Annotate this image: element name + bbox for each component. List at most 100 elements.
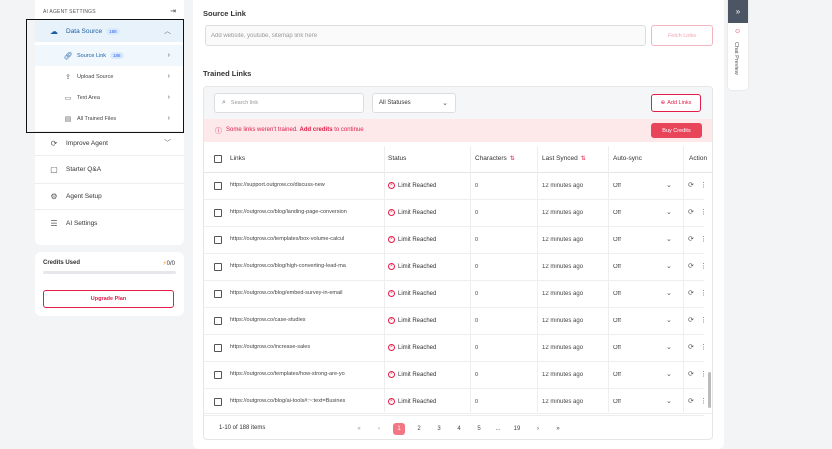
table-scrollbar[interactable] — [708, 372, 711, 408]
resync-icon[interactable]: ⟳ — [688, 370, 694, 378]
buy-credits-button[interactable]: Buy Credits — [651, 123, 702, 138]
resync-icon[interactable]: ⟳ — [688, 262, 694, 270]
auto-sync-select[interactable]: Off — [613, 237, 621, 243]
link-cell[interactable]: https://outgrow.co/blog/embed-survey-in-… — [230, 290, 378, 296]
sidebar-item-starter-qa[interactable]: ▢ Starter Q&A — [35, 157, 184, 182]
auto-sync-select[interactable]: Off — [613, 318, 621, 324]
error-x-icon: × — [388, 290, 395, 297]
status-cell: × Limit Reached — [388, 371, 436, 378]
link-cell[interactable]: https://outgrow.co/blog/high-converting-… — [230, 263, 378, 269]
resync-icon[interactable]: ⟳ — [688, 235, 694, 243]
row-checkbox[interactable] — [214, 398, 222, 406]
auto-sync-select[interactable]: Off — [613, 372, 621, 378]
credits-card: Credits Used ⚡0/0 Upgrade Plan — [35, 252, 184, 316]
table-row: https://support.outgrow.co/discuss-new × L… — [204, 173, 707, 200]
link-cell[interactable]: https://outgrow.co/case-studies — [230, 317, 378, 323]
table-header: Links Status Characters ⇅ Last Synced ⇅ Au… — [204, 146, 712, 173]
page-button[interactable]: 2 — [413, 423, 425, 435]
resync-icon[interactable]: ⟳ — [688, 289, 694, 297]
link-cell[interactable]: https://outgrow.co/templates/box-volume-… — [230, 236, 378, 242]
auto-sync-select[interactable]: Off — [613, 264, 621, 270]
link-cell[interactable]: https://support.outgrow.co/discuss-new — [230, 182, 378, 188]
source-link-input[interactable] — [205, 25, 646, 46]
bot-icon: ☺ — [734, 28, 742, 35]
last-page-icon[interactable]: » — [552, 423, 564, 435]
page-button[interactable]: 5 — [473, 423, 485, 435]
sidebar-subitem-all-trained-files[interactable]: ▤ All Trained Files › — [35, 108, 184, 129]
more-vertical-icon[interactable]: ⋮ — [700, 262, 707, 270]
row-checkbox[interactable] — [214, 344, 222, 352]
row-checkbox[interactable] — [214, 236, 222, 244]
more-vertical-icon[interactable]: ⋮ — [700, 181, 707, 189]
sidebar-item-improve-agent[interactable]: ⟳ Improve Agent ﹀ — [35, 131, 184, 155]
first-page-icon[interactable]: « — [353, 423, 365, 435]
status-filter-select[interactable]: All Statuses ⌄ — [372, 93, 456, 113]
row-checkbox[interactable] — [214, 371, 222, 379]
more-vertical-icon[interactable]: ⋮ — [700, 289, 707, 297]
resync-icon[interactable]: ⟳ — [688, 397, 694, 405]
sidebar-subitem-source-link[interactable]: 🔗︎ Source Link 188 › — [35, 45, 184, 66]
sidebar-item-agent-setup[interactable]: ⚙ Agent Setup — [35, 184, 184, 209]
sidebar-subitem-upload-source[interactable]: ⇪ Upload Source › — [35, 66, 184, 87]
more-vertical-icon[interactable]: ⋮ — [700, 316, 707, 324]
prev-page-icon[interactable]: ‹ — [373, 423, 385, 435]
row-checkbox[interactable] — [214, 263, 222, 271]
link-cell[interactable]: https://outgrow.co/blog/landing-page-con… — [230, 209, 378, 215]
select-all-checkbox[interactable] — [214, 155, 222, 163]
more-vertical-icon[interactable]: ⋮ — [700, 343, 707, 351]
resync-icon[interactable]: ⟳ — [688, 343, 694, 351]
more-vertical-icon[interactable]: ⋮ — [700, 370, 707, 378]
search-input[interactable] — [230, 100, 351, 106]
page-button[interactable]: ... — [492, 423, 504, 435]
row-checkbox[interactable] — [214, 209, 222, 217]
auto-sync-select[interactable]: Off — [613, 399, 621, 405]
chat-preview-tab[interactable]: » ☺ Chat Preview — [728, 0, 748, 90]
resync-icon[interactable]: ⟳ — [688, 181, 694, 189]
link-cell[interactable]: https://outgrow.co/increase-sales — [230, 344, 378, 350]
chevron-down-icon: ⌄ — [666, 236, 672, 243]
plus-circle-icon: ⊕ — [660, 100, 666, 106]
resync-icon[interactable]: ⟳ — [688, 316, 694, 324]
row-checkbox[interactable] — [214, 290, 222, 298]
chevron-down-icon: ⌄ — [666, 317, 672, 324]
search-box[interactable]: ⌕ — [214, 93, 364, 113]
page-button[interactable]: 1 — [393, 423, 405, 435]
link-cell[interactable]: https://outgrow.co/templates/how-strong-… — [230, 371, 378, 377]
more-vertical-icon[interactable]: ⋮ — [700, 397, 707, 405]
more-vertical-icon[interactable]: ⋮ — [700, 235, 707, 243]
last-synced-cell: 12 minutes ago — [542, 237, 584, 243]
links-toolbar: ⌕ All Statuses ⌄ ⊕ Add Links — [204, 87, 712, 119]
characters-cell: 0 — [475, 237, 479, 243]
table-row: https://outgrow.co/templates/how-strong-… — [204, 362, 707, 389]
column-header-last-synced[interactable]: Last Synced ⇅ — [542, 155, 586, 162]
page-button[interactable]: 19 — [511, 423, 523, 435]
table-row: https://outgrow.co/blog/embed-survey-in-… — [204, 281, 707, 308]
sidebar-item-ai-settings[interactable]: ☰ AI Settings — [35, 211, 184, 236]
auto-sync-select[interactable]: Off — [613, 291, 621, 297]
trained-links-card: ⌕ All Statuses ⌄ ⊕ Add Links ⓘ Some link… — [203, 86, 713, 440]
auto-sync-select[interactable]: Off — [613, 345, 621, 351]
add-links-button[interactable]: ⊕ Add Links — [651, 94, 701, 112]
auto-sync-select[interactable]: Off — [613, 183, 621, 189]
more-vertical-icon[interactable]: ⋮ — [700, 208, 707, 216]
chevron-down-icon: ⌄ — [666, 290, 672, 297]
row-checkbox[interactable] — [214, 317, 222, 325]
add-credits-link[interactable]: Add credits — [300, 127, 333, 133]
alert-suffix: to continue — [334, 127, 364, 133]
column-header-characters[interactable]: Characters ⇅ — [475, 155, 515, 162]
page-button[interactable]: 3 — [433, 423, 445, 435]
sidebar-subitem-text-area[interactable]: ▭ Text Area › — [35, 87, 184, 108]
characters-cell: 0 — [475, 291, 479, 297]
auto-sync-select[interactable]: Off — [613, 210, 621, 216]
collapse-sidebar-icon[interactable]: ⇥ — [170, 7, 176, 15]
upgrade-plan-button[interactable]: Upgrade Plan — [43, 290, 174, 308]
next-page-icon[interactable]: › — [532, 423, 544, 435]
link-cell[interactable]: https://outgrow.co/blog/ai-tools#:~:text… — [230, 398, 378, 404]
fetch-links-button[interactable]: Fetch Links — [651, 25, 713, 46]
page-button[interactable]: 4 — [453, 423, 465, 435]
row-checkbox[interactable] — [214, 182, 222, 190]
status-cell: × Limit Reached — [388, 209, 436, 216]
resync-icon[interactable]: ⟳ — [688, 208, 694, 216]
sidebar-item-data-source[interactable]: ☁ Data Source 188 ︿ — [35, 20, 184, 42]
expand-chevrons-icon[interactable]: » — [728, 0, 748, 23]
